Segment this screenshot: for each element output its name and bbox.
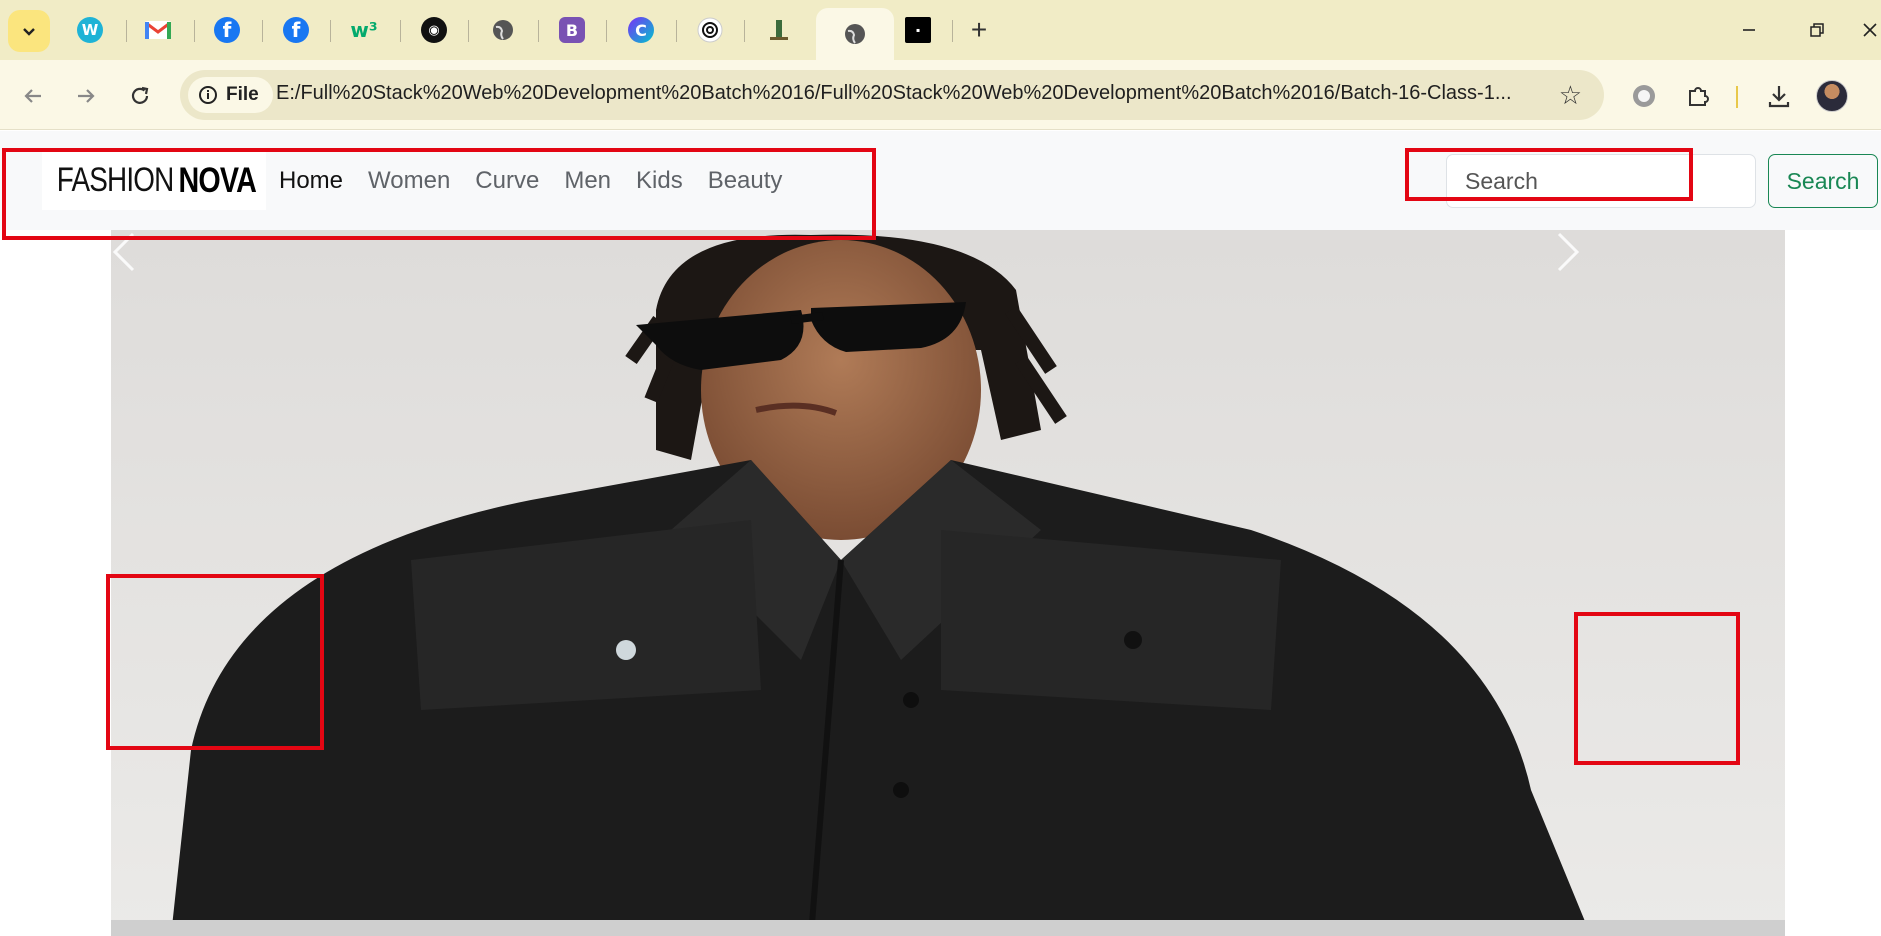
- nav-links: Home Women Curve Men Kids Beauty: [279, 167, 807, 195]
- wiki-favicon-icon: W: [77, 17, 103, 43]
- bootstrap-favicon-icon: B: [559, 17, 585, 43]
- nav-link-kids[interactable]: Kids: [636, 167, 683, 195]
- nav-link-women[interactable]: Women: [368, 167, 450, 195]
- globe-favicon-icon: [845, 24, 865, 44]
- tab-canva[interactable]: C: [607, 8, 675, 52]
- browser-toolbar: File E:/Full%20Stack%20Web%20Development…: [0, 60, 1881, 130]
- address-bar[interactable]: File E:/Full%20Stack%20Web%20Development…: [180, 70, 1604, 120]
- tab-globe-1[interactable]: [469, 8, 537, 52]
- tab-github[interactable]: ◉: [400, 8, 468, 52]
- tab-active-page[interactable]: [816, 8, 894, 60]
- back-arrow-icon[interactable]: [15, 78, 51, 114]
- tab-fashionnova[interactable]: ▪: [884, 8, 952, 52]
- tab-w3schools[interactable]: w³: [330, 8, 398, 52]
- chevron-left-icon: [112, 232, 135, 272]
- github-favicon-icon: ◉: [421, 17, 447, 43]
- new-tab-plus-icon[interactable]: +: [963, 14, 995, 46]
- info-icon: [199, 86, 217, 104]
- globe-favicon-icon: [493, 20, 513, 40]
- tab-facebook-1[interactable]: f: [193, 8, 261, 52]
- profile-avatar[interactable]: [1816, 80, 1848, 112]
- site-favicon-icon: [770, 20, 788, 40]
- extensions-puzzle-icon[interactable]: [1680, 78, 1716, 114]
- hero-carousel: [111, 230, 1785, 936]
- reload-icon[interactable]: [122, 78, 158, 114]
- site-navbar: FASHION NOVA Home Women Curve Men Kids Be…: [0, 131, 1881, 230]
- tab-search-button[interactable]: [8, 10, 50, 52]
- hero-model-image: [111, 230, 1785, 936]
- facebook-favicon-icon: f: [214, 17, 240, 43]
- brand-logo-part2: NOVA: [178, 160, 256, 200]
- browser-tab-strip: W f f w³ ◉ B C ▪ +: [0, 0, 1881, 60]
- download-icon[interactable]: [1761, 78, 1797, 114]
- tab-bootstrap[interactable]: B: [538, 8, 606, 52]
- restore-icon[interactable]: [1797, 14, 1837, 46]
- site-info-chip[interactable]: File: [188, 77, 273, 113]
- forward-arrow-icon[interactable]: [68, 78, 104, 114]
- minimize-icon[interactable]: [1729, 14, 1769, 46]
- tab-site[interactable]: [745, 8, 813, 52]
- nav-link-home[interactable]: Home: [279, 167, 343, 195]
- extension-circle-icon[interactable]: [1626, 78, 1662, 114]
- chatgpt-favicon-icon: [697, 17, 723, 43]
- bookmark-star-icon[interactable]: ☆: [1559, 80, 1582, 110]
- facebook-favicon-icon: f: [283, 17, 309, 43]
- site-info-label: File: [226, 84, 259, 105]
- chevron-right-icon: [1557, 232, 1580, 272]
- tab-separator: [952, 20, 953, 42]
- carousel-next-button[interactable]: [1555, 230, 1785, 936]
- nav-link-men[interactable]: Men: [564, 167, 611, 195]
- search-button[interactable]: Search: [1768, 154, 1878, 208]
- chevron-down-icon: [23, 28, 35, 36]
- toolbar-divider: [1736, 86, 1738, 108]
- tab-chatgpt[interactable]: [676, 8, 744, 52]
- w3schools-favicon-icon: w³: [350, 18, 378, 42]
- nav-link-beauty[interactable]: Beauty: [708, 167, 783, 195]
- brand-logo[interactable]: FASHION NOVA: [42, 151, 266, 210]
- tab-gmail[interactable]: [124, 8, 192, 52]
- tab-wiki[interactable]: W: [56, 8, 124, 52]
- close-window-icon[interactable]: [1862, 14, 1881, 46]
- fashionnova-favicon-icon: ▪: [905, 17, 931, 43]
- brand-logo-part1: FASHION: [56, 161, 174, 199]
- gmail-favicon-icon: [145, 21, 171, 39]
- canva-favicon-icon: C: [628, 17, 654, 43]
- carousel-prev-button[interactable]: [111, 230, 341, 936]
- nav-link-curve[interactable]: Curve: [475, 167, 539, 195]
- url-text[interactable]: E:/Full%20Stack%20Web%20Development%20Ba…: [276, 82, 1516, 105]
- tab-facebook-2[interactable]: f: [262, 8, 330, 52]
- search-input[interactable]: [1446, 154, 1756, 208]
